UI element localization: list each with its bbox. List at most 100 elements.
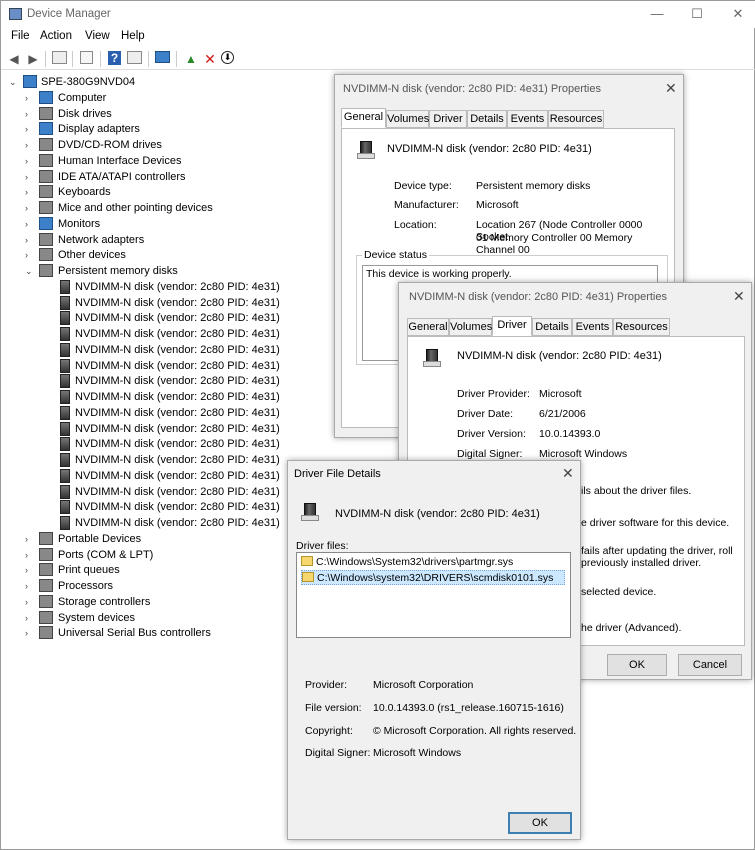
tree-device-nvdimm[interactable]: NVDIMM-N disk (vendor: 2c80 PID: 4e31)	[1, 310, 331, 326]
copyright-label: Copyright:	[305, 725, 353, 737]
collapse-arrow-icon[interactable]: ›	[25, 625, 35, 641]
collapse-arrow-icon[interactable]: ›	[25, 562, 35, 578]
tab-driver[interactable]: Driver	[429, 110, 467, 128]
tree-category[interactable]: › Human Interface Devices	[1, 153, 331, 169]
show-hidden-icon[interactable]	[80, 51, 93, 64]
tree-category[interactable]: › Monitors	[1, 216, 331, 232]
tree-device-nvdimm[interactable]: NVDIMM-N disk (vendor: 2c80 PID: 4e31)	[1, 358, 331, 374]
collapse-arrow-icon[interactable]: ›	[25, 153, 35, 169]
tree-category[interactable]: › Storage controllers	[1, 594, 331, 610]
tree-category[interactable]: › System devices	[1, 610, 331, 626]
minimize-button[interactable]: —	[642, 5, 672, 23]
expand-arrow-icon[interactable]: ⌄	[25, 263, 35, 279]
collapse-arrow-icon[interactable]: ›	[25, 200, 35, 216]
close-button[interactable]: ✕	[723, 5, 753, 23]
collapse-arrow-icon[interactable]: ›	[25, 90, 35, 106]
maximize-button[interactable]: ☐	[682, 5, 712, 23]
driver-file-item[interactable]: C:\Windows\System32\drivers\partmgr.sys	[301, 555, 513, 570]
collapse-arrow-icon[interactable]: ›	[25, 578, 35, 594]
collapse-arrow-icon[interactable]: ›	[25, 106, 35, 122]
back-icon[interactable]: ◀	[6, 51, 22, 67]
tree-category[interactable]: › DVD/CD-ROM drives	[1, 137, 331, 153]
tree-category[interactable]: › IDE ATA/ATAPI controllers	[1, 169, 331, 185]
collapse-arrow-icon[interactable]: ›	[25, 232, 35, 248]
collapse-arrow-icon[interactable]: ›	[25, 169, 35, 185]
tree-root[interactable]: ⌄ SPE-380G9NVD04	[1, 74, 331, 90]
menu-action[interactable]: Action	[40, 30, 72, 42]
monitor-icon[interactable]	[155, 51, 170, 63]
driver-version-label: Driver Version:	[457, 428, 526, 440]
tree-category[interactable]: › Display adapters	[1, 121, 331, 137]
tree-category[interactable]: › Portable Devices	[1, 531, 331, 547]
tree-device-nvdimm[interactable]: NVDIMM-N disk (vendor: 2c80 PID: 4e31)	[1, 326, 331, 342]
collapse-arrow-icon[interactable]: ›	[25, 610, 35, 626]
tree-device-nvdimm[interactable]: NVDIMM-N disk (vendor: 2c80 PID: 4e31)	[1, 373, 331, 389]
collapse-arrow-icon[interactable]: ›	[25, 247, 35, 263]
menu-view[interactable]: View	[85, 30, 110, 42]
cancel-button[interactable]: Cancel	[678, 654, 742, 676]
tree-category[interactable]: › Other devices	[1, 247, 331, 263]
dialog-close-button[interactable]: ✕	[562, 465, 574, 482]
tree-category[interactable]: › Computer	[1, 90, 331, 106]
dialog-close-button[interactable]: ✕	[665, 80, 677, 97]
tree-device-nvdimm[interactable]: NVDIMM-N disk (vendor: 2c80 PID: 4e31)	[1, 421, 331, 437]
tree-category[interactable]: › Disk drives	[1, 106, 331, 122]
tab-events[interactable]: Events	[572, 318, 613, 336]
collapse-arrow-icon[interactable]: ›	[25, 594, 35, 610]
collapse-arrow-icon[interactable]: ›	[25, 121, 35, 137]
action-icon[interactable]	[127, 51, 142, 64]
uninstall-icon[interactable]: ✕	[202, 51, 218, 67]
dialog-close-button[interactable]: ✕	[733, 288, 745, 305]
tree-device-nvdimm[interactable]: NVDIMM-N disk (vendor: 2c80 PID: 4e31)	[1, 499, 331, 515]
collapse-arrow-icon[interactable]: ›	[25, 547, 35, 563]
tree-device-nvdimm[interactable]: NVDIMM-N disk (vendor: 2c80 PID: 4e31)	[1, 279, 331, 295]
tab-general[interactable]: General	[407, 318, 449, 336]
tab-general[interactable]: General	[341, 108, 386, 128]
menu-help[interactable]: Help	[121, 30, 145, 42]
collapse-arrow-icon[interactable]: ›	[25, 531, 35, 547]
driver-file-item-selected[interactable]: C:\Windows\system32\DRIVERS\scmdisk0101.…	[301, 570, 565, 585]
tree-category[interactable]: › Print queues	[1, 562, 331, 578]
help-icon[interactable]: ?	[108, 51, 121, 65]
update-driver-icon[interactable]: ▲	[183, 51, 199, 67]
tree-category[interactable]: › Mice and other pointing devices	[1, 200, 331, 216]
collapse-arrow-icon[interactable]: ›	[25, 184, 35, 200]
tree-category[interactable]: › Keyboards	[1, 184, 331, 200]
properties-icon[interactable]	[52, 51, 67, 64]
ok-button[interactable]: OK	[607, 654, 667, 676]
driver-files-list[interactable]: C:\Windows\System32\drivers\partmgr.sys …	[296, 552, 571, 638]
tree-item-label: Human Interface Devices	[58, 154, 182, 167]
tab-details[interactable]: Details	[532, 318, 572, 336]
ok-button[interactable]: OK	[508, 812, 572, 834]
tree-device-nvdimm[interactable]: NVDIMM-N disk (vendor: 2c80 PID: 4e31)	[1, 295, 331, 311]
scan-icon[interactable]: ⬇	[221, 51, 234, 64]
expand-arrow-icon[interactable]: ⌄	[9, 74, 19, 90]
tree-device-nvdimm[interactable]: NVDIMM-N disk (vendor: 2c80 PID: 4e31)	[1, 405, 331, 421]
collapse-arrow-icon[interactable]: ›	[25, 216, 35, 232]
tree-category[interactable]: › Ports (COM & LPT)	[1, 547, 331, 563]
tab-events[interactable]: Events	[507, 110, 548, 128]
tab-resources[interactable]: Resources	[613, 318, 670, 336]
forward-icon[interactable]: ▶	[25, 51, 41, 67]
tab-volumes[interactable]: Volumes	[386, 110, 429, 128]
device-type-label: Device type:	[394, 180, 452, 192]
tab-details[interactable]: Details	[467, 110, 507, 128]
tree-device-nvdimm[interactable]: NVDIMM-N disk (vendor: 2c80 PID: 4e31)	[1, 515, 331, 531]
tree-device-nvdimm[interactable]: NVDIMM-N disk (vendor: 2c80 PID: 4e31)	[1, 452, 331, 468]
tree-device-nvdimm[interactable]: NVDIMM-N disk (vendor: 2c80 PID: 4e31)	[1, 436, 331, 452]
tab-driver[interactable]: Driver	[492, 316, 532, 336]
tree-device-nvdimm[interactable]: NVDIMM-N disk (vendor: 2c80 PID: 4e31)	[1, 342, 331, 358]
tab-resources[interactable]: Resources	[548, 110, 604, 128]
tab-volumes[interactable]: Volumes	[449, 318, 492, 336]
tree-category[interactable]: › Processors	[1, 578, 331, 594]
tree-device-nvdimm[interactable]: NVDIMM-N disk (vendor: 2c80 PID: 4e31)	[1, 389, 331, 405]
collapse-arrow-icon[interactable]: ›	[25, 137, 35, 153]
menu-file[interactable]: File	[11, 30, 30, 42]
tree-category-persistent-memory[interactable]: ⌄ Persistent memory disks	[1, 263, 331, 279]
tree-device-nvdimm[interactable]: NVDIMM-N disk (vendor: 2c80 PID: 4e31)	[1, 468, 331, 484]
tree-item-label: Disk drives	[58, 107, 112, 120]
tree-category[interactable]: › Network adapters	[1, 232, 331, 248]
tree-category[interactable]: › Universal Serial Bus controllers	[1, 625, 331, 641]
device-name: NVDIMM-N disk (vendor: 2c80 PID: 4e31)	[335, 508, 540, 520]
tree-device-nvdimm[interactable]: NVDIMM-N disk (vendor: 2c80 PID: 4e31)	[1, 484, 331, 500]
